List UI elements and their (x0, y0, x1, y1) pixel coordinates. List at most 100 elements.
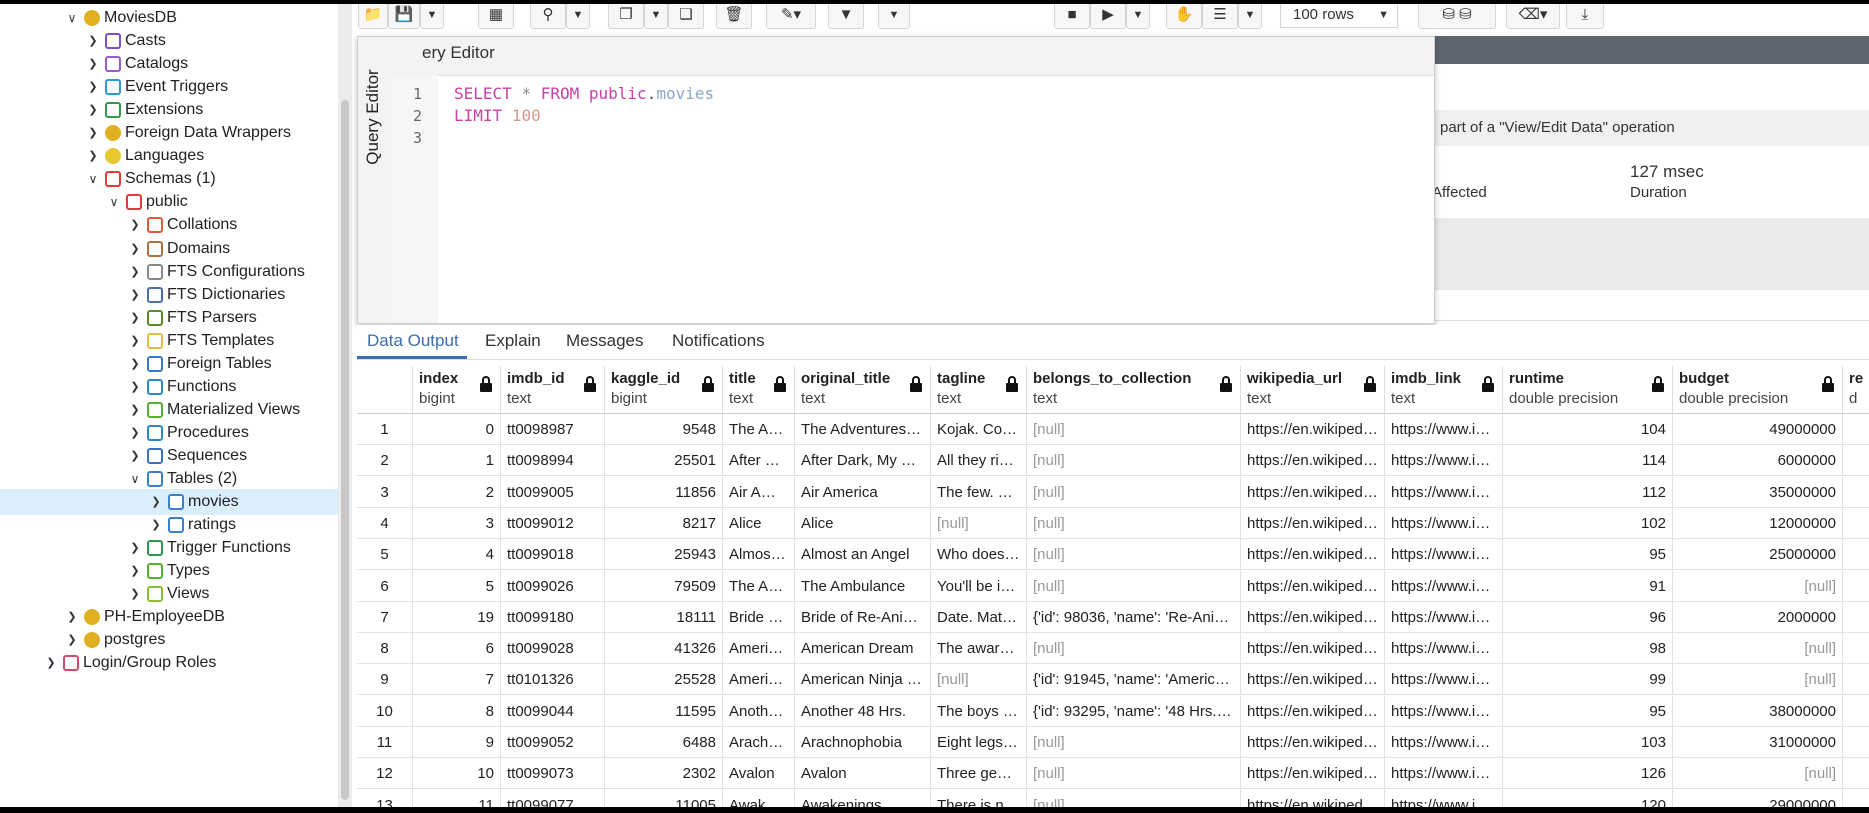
clear-button[interactable]: ⌫▾ (1506, 4, 1560, 29)
sql-line-1[interactable]: SELECT * FROM public.movies (454, 84, 714, 103)
find-button[interactable]: ▦ (478, 4, 514, 29)
query-editor-side-tab[interactable]: Query Editor (358, 37, 393, 323)
table-cell[interactable]: [null] (931, 507, 1027, 539)
table-cell[interactable]: https://www.imdb.com (1385, 664, 1503, 696)
row-number-header[interactable] (357, 366, 413, 414)
table-cell[interactable]: The Adventures of Ford Fairlane (795, 414, 931, 445)
table-cell[interactable] (1843, 414, 1869, 445)
table-cell[interactable]: [null] (1027, 445, 1241, 477)
transaction-buttons[interactable]: ⛁ ⛁ (1418, 4, 1496, 29)
explain-analyze-button[interactable]: ☰ (1202, 4, 1238, 29)
table-cell[interactable]: 10 (413, 758, 501, 790)
table-cell[interactable]: https://en.wikipedia.org (1241, 539, 1385, 571)
table-cell[interactable] (1843, 790, 1869, 807)
table-cell[interactable]: tt0099012 (501, 507, 605, 539)
row-number[interactable]: 2 (357, 445, 413, 477)
table-cell[interactable]: [null] (1027, 507, 1241, 539)
table-cell[interactable]: 2 (413, 476, 501, 508)
table-cell[interactable]: American Dream (795, 633, 931, 665)
table-cell[interactable] (1843, 445, 1869, 477)
table-cell[interactable]: [null] (931, 664, 1027, 696)
table-cell[interactable]: https://en.wikipedia.org (1241, 758, 1385, 790)
explain-button[interactable]: ✋ (1166, 4, 1202, 29)
table-cell[interactable]: https://www.imdb.com (1385, 695, 1503, 727)
table-cell[interactable]: tt0099073 (501, 758, 605, 790)
table-cell[interactable]: 96 (1503, 601, 1673, 633)
table-cell[interactable]: tt0098987 (501, 414, 605, 445)
table-cell[interactable]: American Ninja 4: The Annihilation (795, 664, 931, 696)
table-cell[interactable]: Air America (795, 476, 931, 508)
table-cell[interactable]: After Dark, My Sweet (723, 445, 795, 477)
table-cell[interactable]: Bride of Re-Animator (795, 601, 931, 633)
table-cell[interactable]: https://en.wikipedia.org (1241, 414, 1385, 445)
table-cell[interactable]: Another 48 Hrs. (795, 695, 931, 727)
table-cell[interactable]: 2000000 (1673, 601, 1843, 633)
table-cell[interactable]: https://www.imdb.com (1385, 758, 1503, 790)
table-cell[interactable]: 25000000 (1673, 539, 1843, 571)
table-cell[interactable]: https://en.wikipedia.org (1241, 476, 1385, 508)
table-cell[interactable]: Kojak. Columbo. Dirty Harry. (931, 414, 1027, 445)
column-header[interactable]: original_title text (795, 366, 931, 414)
table-cell[interactable]: 7 (413, 664, 501, 696)
table-cell[interactable]: 12000000 (1673, 507, 1843, 539)
table-cell[interactable]: 102 (1503, 507, 1673, 539)
table-cell[interactable]: [null] (1027, 758, 1241, 790)
table-cell[interactable]: 126 (1503, 758, 1673, 790)
table-cell[interactable]: tt0099077 (501, 789, 605, 807)
table-cell[interactable]: tt0101326 (501, 664, 605, 696)
table-cell[interactable] (1843, 571, 1869, 602)
table-cell[interactable]: https://en.wikipedia.org (1241, 727, 1385, 758)
copy-dropdown-button[interactable]: ▼ (644, 4, 668, 29)
table-cell[interactable]: 8 (413, 695, 501, 727)
table-cell[interactable]: The boys are back in town. (931, 695, 1027, 727)
table-cell[interactable]: 11 (413, 789, 501, 807)
table-cell[interactable]: https://en.wikipedia.org (1241, 664, 1385, 696)
row-number[interactable]: 8 (357, 633, 413, 665)
column-header[interactable]: index bigint (413, 366, 501, 414)
table-cell[interactable]: https://en.wikipedia.org (1241, 601, 1385, 633)
table-cell[interactable] (1843, 664, 1869, 696)
table-cell[interactable]: 95 (1503, 695, 1673, 727)
table-cell[interactable]: https://www.imdb.com (1385, 507, 1503, 539)
table-cell[interactable]: Alice (723, 507, 795, 539)
table-cell[interactable] (1843, 508, 1869, 539)
table-cell[interactable]: [null] (1673, 570, 1843, 602)
table-cell[interactable]: Another 48 Hrs. (723, 695, 795, 727)
row-number[interactable]: 10 (357, 695, 413, 727)
column-header[interactable]: title text (723, 366, 795, 414)
table-cell[interactable]: 2302 (605, 758, 723, 790)
table-cell[interactable]: https://en.wikipedia.org (1241, 570, 1385, 602)
column-header[interactable]: runtime double precision (1503, 366, 1673, 414)
table-cell[interactable] (1843, 696, 1869, 727)
filter-dropdown-button[interactable]: ▼ (878, 4, 910, 29)
row-number[interactable]: 11 (357, 727, 413, 758)
table-cell[interactable]: {'id': 93295, 'name': '48 Hrs. Collectio… (1027, 695, 1241, 727)
search-button[interactable]: ⚲ (530, 4, 566, 29)
table-cell[interactable]: 91 (1503, 570, 1673, 602)
table-cell[interactable]: There is no such thing (931, 789, 1027, 807)
column-header[interactable]: belongs_to_collection text (1027, 366, 1241, 414)
table-cell[interactable]: The award-winning documentary (931, 633, 1027, 665)
table-cell[interactable]: After Dark, My Sweet (795, 445, 931, 477)
table-cell[interactable]: 41326 (605, 633, 723, 665)
table-cell[interactable]: The few. The proud. (931, 476, 1027, 508)
table-cell[interactable]: Eight legs, two fangs (931, 727, 1027, 758)
table-cell[interactable]: https://www.imdb.com (1385, 476, 1503, 508)
table-cell[interactable]: 9 (413, 727, 501, 758)
tree-node[interactable]: ❯ Login/Group Roles (0, 650, 338, 676)
table-cell[interactable]: https://www.imdb.com (1385, 727, 1503, 758)
table-cell[interactable]: tt0098994 (501, 445, 605, 477)
table-cell[interactable]: Almost an Angel (795, 539, 931, 571)
table-cell[interactable]: Air America (723, 476, 795, 508)
table-cell[interactable]: Almost an Angel (723, 539, 795, 571)
table-cell[interactable]: https://en.wikipedia.org (1241, 633, 1385, 665)
table-cell[interactable]: Awakenings (723, 789, 795, 807)
row-number[interactable]: 13 (357, 789, 413, 807)
copy-button[interactable]: ❐ (608, 4, 644, 29)
table-cell[interactable]: 35000000 (1673, 476, 1843, 508)
table-cell[interactable]: https://www.imdb.com (1385, 789, 1503, 807)
tab-messages[interactable]: Messages (566, 331, 643, 351)
column-header[interactable]: wikipedia_url text (1241, 366, 1385, 414)
table-cell[interactable]: 114 (1503, 445, 1673, 477)
column-header[interactable]: re d (1843, 366, 1869, 414)
